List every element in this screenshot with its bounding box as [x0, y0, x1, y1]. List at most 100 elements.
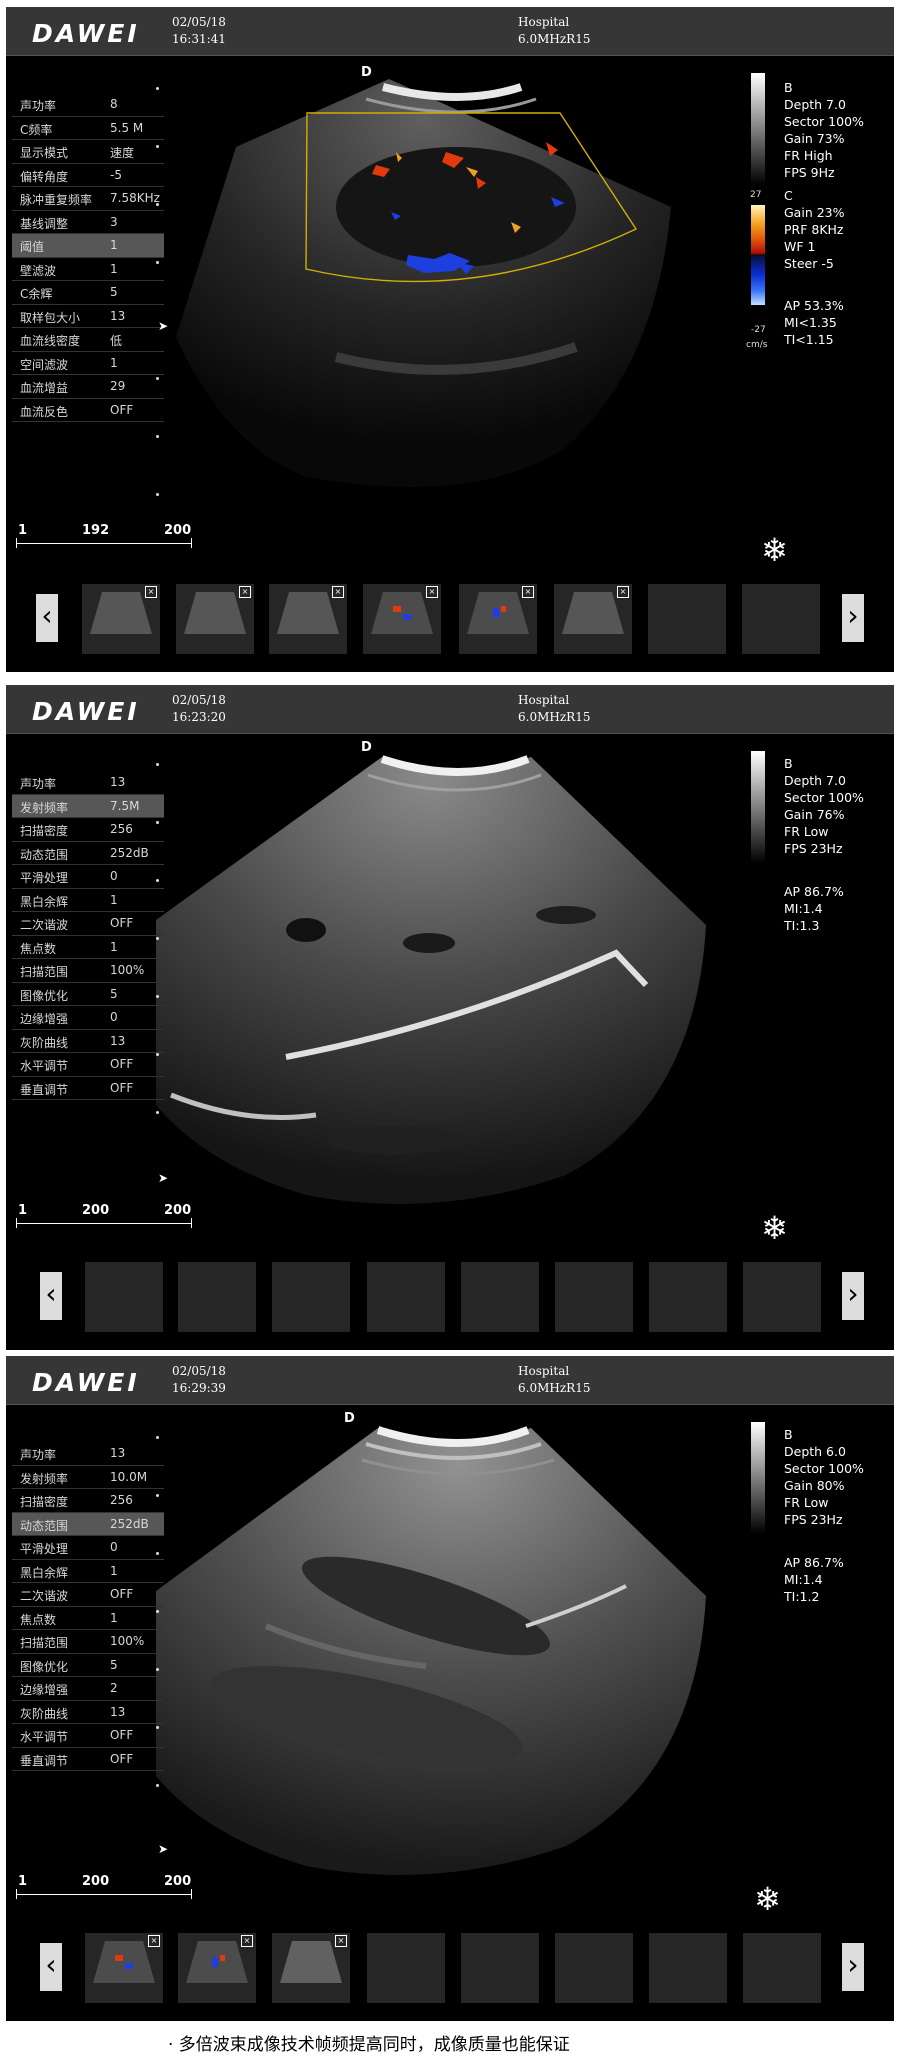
close-icon[interactable]: × [335, 1935, 347, 1947]
prev-arrow-button[interactable]: ‹ [40, 1943, 62, 1991]
param-row[interactable]: 声功率 13 [12, 771, 164, 795]
thumbnail-empty[interactable] [461, 1262, 539, 1332]
param-row[interactable]: 灰阶曲线 13 [12, 1701, 164, 1724]
thumbnail-empty[interactable] [367, 1262, 445, 1332]
param-row[interactable]: 扫描范围 100% [12, 1630, 164, 1654]
thumbnail-empty[interactable] [742, 584, 820, 654]
info-line: Depth 6.0 [784, 1444, 846, 1459]
cine-scale[interactable]: 1 192 200 [14, 523, 194, 549]
param-row[interactable]: 血流增益 29 [12, 375, 164, 399]
close-icon[interactable]: × [241, 1935, 253, 1947]
thumbnail-empty[interactable] [367, 1933, 445, 2003]
close-icon[interactable]: × [617, 586, 629, 598]
thumbnail-empty[interactable] [649, 1933, 727, 2003]
thumbnail[interactable]: × [363, 584, 441, 654]
param-value: 256 [110, 822, 133, 836]
close-icon[interactable]: × [332, 586, 344, 598]
thumbnail-empty[interactable] [85, 1262, 163, 1332]
param-row[interactable]: 二次谐波 OFF [12, 912, 164, 936]
next-arrow-button[interactable]: › [842, 1272, 864, 1320]
depth-tick [156, 435, 159, 438]
parameter-list: 声功率 8 C频率 5.5 M 显示模式 速度 偏转角度 -5 脉冲重复频率 7.58KH… [12, 93, 164, 422]
param-value: 252dB [110, 845, 149, 860]
param-row[interactable]: 灰阶曲线 13 [12, 1030, 164, 1053]
thumbnail-empty[interactable] [555, 1262, 633, 1332]
param-row[interactable]: 边缘增强 0 [12, 1006, 164, 1030]
freeze-snowflake-icon[interactable]: ❄ [754, 1883, 781, 1915]
param-row-selected[interactable]: 动态范围 252dB [12, 1512, 164, 1536]
param-row[interactable]: 平滑处理 0 [12, 865, 164, 889]
thumbnail[interactable]: × [459, 584, 537, 654]
param-row[interactable]: 图像优化 5 [12, 1654, 164, 1677]
param-row[interactable]: C频率 5.5 M [12, 117, 164, 140]
param-row[interactable]: 黑白余辉 1 [12, 889, 164, 912]
close-icon[interactable]: × [145, 586, 157, 598]
param-row[interactable]: 平滑处理 0 [12, 1536, 164, 1560]
thumbnail[interactable]: × [82, 584, 160, 654]
param-row[interactable]: 脉冲重复频率 7.58KHz [12, 187, 164, 211]
param-row[interactable]: 壁滤波 1 [12, 258, 164, 281]
param-row[interactable]: 声功率 13 [12, 1442, 164, 1466]
thumbnail[interactable]: × [176, 584, 254, 654]
param-row[interactable]: 水平调节 OFF [12, 1053, 164, 1077]
param-row[interactable]: 扫描范围 100% [12, 959, 164, 983]
param-row-selected[interactable]: 阈值 1 [12, 234, 164, 258]
param-row[interactable]: 空间滤波 1 [12, 352, 164, 375]
freeze-snowflake-icon[interactable]: ❄ [761, 534, 788, 566]
param-row[interactable]: 发射频率 10.0M [12, 1466, 164, 1489]
depth-tick [156, 1053, 159, 1056]
thumbnail[interactable]: × [554, 584, 632, 654]
next-arrow-button[interactable]: › [842, 594, 864, 642]
param-row[interactable]: C余辉 5 [12, 281, 164, 305]
param-row[interactable]: 血流反色 OFF [12, 399, 164, 422]
param-row[interactable]: 水平调节 OFF [12, 1724, 164, 1748]
param-value: 252dB [110, 1516, 149, 1531]
param-row[interactable]: 二次谐波 OFF [12, 1583, 164, 1607]
thumbnail[interactable]: × [178, 1933, 256, 2003]
param-row[interactable]: 焦点数 1 [12, 936, 164, 959]
thumbnail[interactable]: × [85, 1933, 163, 2003]
prev-arrow-button[interactable]: ‹ [40, 1272, 62, 1320]
close-icon[interactable]: × [239, 586, 251, 598]
param-row[interactable]: 血流线密度 低 [12, 328, 164, 352]
thumbnail-empty[interactable] [272, 1262, 350, 1332]
thumbnail[interactable]: × [272, 1933, 350, 2003]
thumbnail-empty[interactable] [743, 1262, 821, 1332]
param-row[interactable]: 偏转角度 -5 [12, 164, 164, 187]
param-row[interactable]: 基线调整 3 [12, 211, 164, 234]
param-row[interactable]: 扫描密度 256 [12, 818, 164, 842]
prev-arrow-button[interactable]: ‹ [36, 594, 58, 642]
param-value: 1 [110, 939, 118, 954]
thumbnail-empty[interactable] [555, 1933, 633, 2003]
thumbnail-empty[interactable] [649, 1262, 727, 1332]
close-icon[interactable]: × [426, 586, 438, 598]
param-row[interactable]: 焦点数 1 [12, 1607, 164, 1630]
param-row[interactable]: 垂直调节 OFF [12, 1077, 164, 1100]
cine-scale[interactable]: 1 200 200 [14, 1203, 194, 1229]
param-row[interactable]: 显示模式 速度 [12, 140, 164, 164]
thumbnail-empty[interactable] [178, 1262, 256, 1332]
thumbnail-empty[interactable] [743, 1933, 821, 2003]
param-value: 1 [110, 892, 118, 907]
param-label: 声功率 [20, 1448, 57, 1462]
param-row[interactable]: 垂直调节 OFF [12, 1748, 164, 1771]
freeze-snowflake-icon[interactable]: ❄ [761, 1212, 788, 1244]
thumbnail[interactable]: × [269, 584, 347, 654]
next-arrow-button[interactable]: › [842, 1943, 864, 1991]
param-row-selected[interactable]: 发射频率 7.5M [12, 794, 164, 818]
close-icon[interactable]: × [522, 586, 534, 598]
caption-text: · 多倍波束成像技术帧频提高同时，成像质量也能保证 [168, 2035, 570, 2055]
param-row[interactable]: 取样包大小 13 [12, 305, 164, 328]
param-row[interactable]: 图像优化 5 [12, 983, 164, 1006]
param-row[interactable]: 边缘增强 2 [12, 1677, 164, 1701]
param-label: 图像优化 [20, 1659, 69, 1674]
cine-scale[interactable]: 1 200 200 [14, 1874, 194, 1900]
close-icon[interactable]: × [148, 1935, 160, 1947]
param-value: 3 [110, 214, 118, 229]
param-row[interactable]: 扫描密度 256 [12, 1489, 164, 1513]
param-row[interactable]: 黑白余辉 1 [12, 1560, 164, 1583]
param-row[interactable]: 声功率 8 [12, 93, 164, 117]
thumbnail-empty[interactable] [461, 1933, 539, 2003]
thumbnail-empty[interactable] [648, 584, 726, 654]
param-row[interactable]: 动态范围 252dB [12, 842, 164, 865]
